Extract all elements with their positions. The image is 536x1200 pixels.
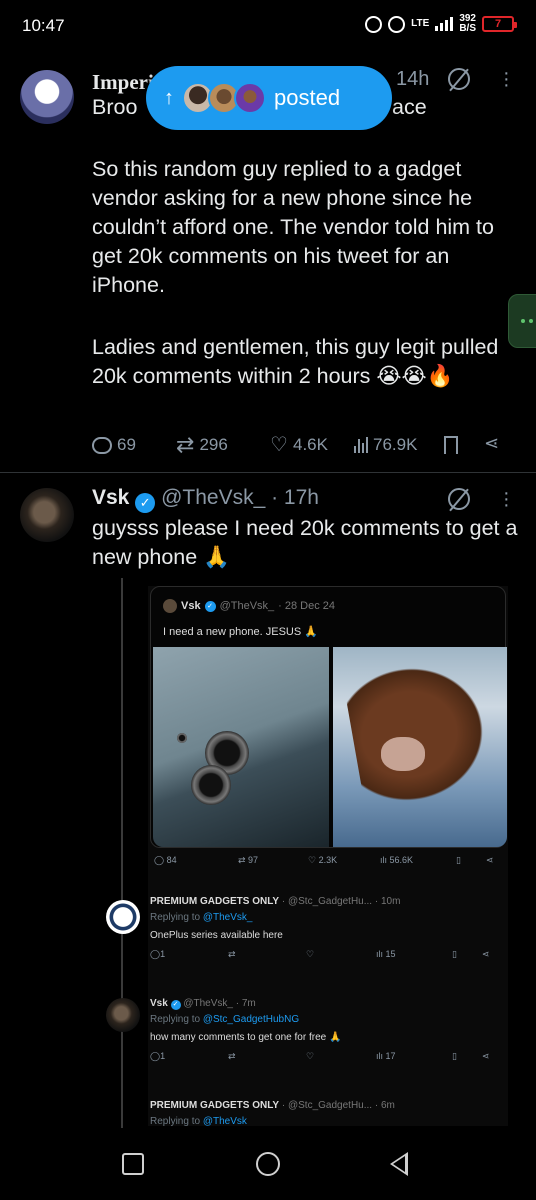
avatar — [163, 599, 177, 613]
status-time: 10:47 — [22, 16, 65, 35]
reply-button[interactable]: 69 — [92, 435, 136, 455]
views-button[interactable]: 76.9K — [354, 435, 417, 455]
status-icons: LTE 392 B/S 7 — [365, 13, 517, 34]
thread-line — [121, 578, 123, 1138]
bookmark-icon: ▯ — [456, 854, 461, 865]
battery-icon: 7 — [482, 16, 517, 32]
tweet-header: Vsk ✓ @TheVsk_ · 17h — [92, 486, 319, 513]
network-speed: 392 B/S — [459, 13, 476, 34]
quoted-tweet: Vsk ✓ @TheVsk_ · 28 Dec 24 I need a new … — [150, 586, 507, 848]
tweet-media-screenshot[interactable]: Vsk ✓ @TheVsk_ · 28 Dec 24 I need a new … — [106, 586, 508, 1126]
retweet-count: ⇄ 97 — [238, 854, 259, 865]
tweet-body-paragraph: Ladies and gentlemen, this guy legit pul… — [92, 335, 499, 388]
heart-icon: ♡ — [270, 434, 288, 456]
avatar — [234, 82, 266, 114]
avatar — [106, 998, 140, 1032]
home-button[interactable] — [256, 1152, 280, 1176]
new-posts-pill[interactable]: ↑ posted — [146, 66, 392, 130]
bookmark-icon[interactable] — [444, 436, 458, 454]
tweet-time: · 17h — [271, 486, 319, 509]
network-type: LTE — [411, 18, 430, 29]
list-item: Vsk ✓ @TheVsk_ · 7m Replying to @Stc_Gad… — [106, 992, 508, 1082]
phone-back-photo — [153, 647, 329, 847]
hand-phone-photo — [333, 647, 507, 847]
like-button[interactable]: ♡ 4.6K — [270, 435, 328, 455]
status-bar: 10:47 LTE 392 B/S 7 — [0, 0, 536, 52]
more-options-icon[interactable]: · · · — [503, 483, 510, 515]
view-count: ılı 56.6K — [380, 855, 414, 865]
tweet-time: 14h — [396, 68, 430, 90]
quoted-tweet-header: Vsk ✓ @TheVsk_ · 28 Dec 24 — [163, 599, 335, 613]
tweet-body: guysss please I need 20k comments to get… — [92, 516, 518, 569]
sync-icon — [365, 15, 383, 33]
avatar[interactable] — [20, 488, 74, 542]
signal-icon — [435, 17, 454, 31]
avatar[interactable] — [20, 70, 74, 124]
retweet-button[interactable]: ⇄ 296 — [176, 432, 228, 458]
tweet-handle[interactable]: @TheVsk_ — [161, 486, 265, 509]
grok-icon[interactable] — [448, 488, 470, 510]
verified-badge-icon: ✓ — [204, 600, 216, 612]
grok-icon[interactable] — [448, 68, 470, 90]
pill-avatars — [182, 82, 266, 114]
tweet-author-name[interactable]: Imperi — [92, 70, 154, 95]
tweet-author-name[interactable]: Vsk — [92, 486, 129, 509]
verified-badge-icon: ✓ — [135, 493, 156, 513]
list-item: PREMIUM GADGETS ONLY · @Stc_GadgetHu... … — [106, 892, 508, 982]
recents-button[interactable] — [122, 1153, 144, 1175]
tweet-line-end: ace — [392, 95, 427, 119]
floating-side-button[interactable] — [508, 294, 536, 348]
list-item: PREMIUM GADGETS ONLY · @Stc_GadgetHu... … — [148, 1094, 508, 1126]
system-nav-bar — [0, 1128, 536, 1200]
share-icon[interactable]: ⋖ — [484, 433, 499, 454]
like-count: ♡ 2.3K — [308, 854, 338, 865]
pill-label: posted — [274, 85, 341, 110]
tweet-actions: 69 ⇄ 296 ♡ 4.6K 76.9K ⋖ — [92, 430, 512, 460]
views-icon — [354, 437, 368, 453]
arrow-up-icon: ↑ — [164, 86, 174, 109]
share-icon: ⋖ — [486, 854, 494, 865]
avatar — [106, 900, 140, 934]
divider — [0, 472, 536, 473]
more-options-icon[interactable]: · · · — [503, 63, 510, 95]
reply-count: ◯ 84 — [154, 854, 177, 865]
quoted-tweet-text: I need a new phone. JESUS 🙏 — [163, 626, 318, 638]
tweet-body-paragraph: So this random guy replied to a gadget v… — [92, 157, 494, 297]
back-button[interactable] — [390, 1152, 408, 1176]
alarm-icon — [388, 15, 406, 33]
reply-icon — [92, 436, 112, 454]
retweet-icon: ⇄ — [176, 432, 195, 457]
